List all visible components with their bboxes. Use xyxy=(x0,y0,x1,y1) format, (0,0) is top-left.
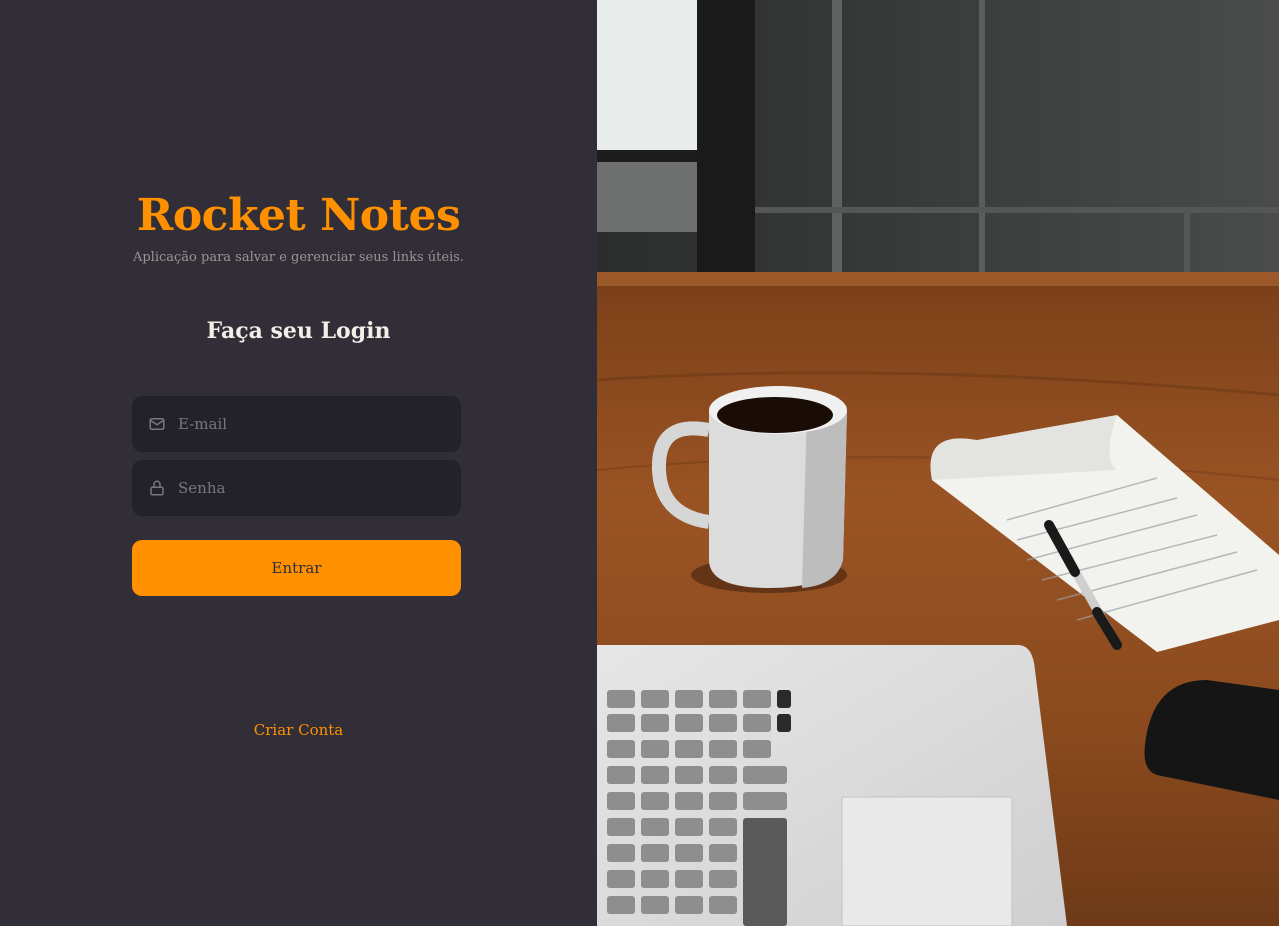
sign-in-page: Rocket Notes Aplicação para salvar e ger… xyxy=(0,0,1279,926)
background-photo xyxy=(597,0,1279,926)
email-input[interactable] xyxy=(178,415,461,433)
email-field[interactable] xyxy=(132,396,461,452)
lock-icon xyxy=(148,479,166,497)
password-field[interactable] xyxy=(132,460,461,516)
desk-photo-illustration xyxy=(597,0,1279,926)
brand-title: Rocket Notes xyxy=(136,190,461,241)
create-account-link[interactable]: Criar Conta xyxy=(0,721,597,739)
password-input[interactable] xyxy=(178,479,461,497)
brand-subtitle: Aplicação para salvar e gerenciar seus l… xyxy=(132,250,465,265)
mail-icon xyxy=(148,415,166,433)
login-form-panel: Rocket Notes Aplicação para salvar e ger… xyxy=(0,0,597,926)
submit-button[interactable]: Entrar xyxy=(132,540,461,596)
login-heading: Faça seu Login xyxy=(206,318,391,344)
